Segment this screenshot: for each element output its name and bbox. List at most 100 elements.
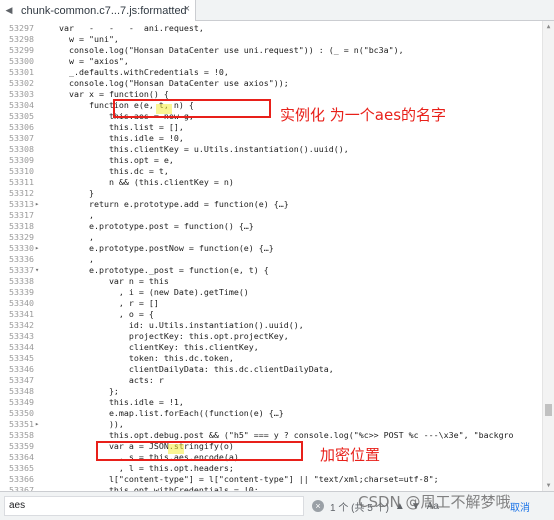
- code-line[interactable]: 53337 ▾ e.prototype._post = function(e, t…: [0, 265, 543, 276]
- line-number[interactable]: 53318: [0, 221, 34, 232]
- code-line[interactable]: 53345 token: this.dc.token,: [0, 353, 543, 364]
- code-line[interactable]: 53366 l["content-type"] = l["content-typ…: [0, 474, 543, 485]
- code-line[interactable]: 53347 acts: r: [0, 375, 543, 386]
- line-number[interactable]: 53308: [0, 144, 34, 155]
- search-input[interactable]: aes: [4, 496, 304, 516]
- line-number[interactable]: 53350: [0, 408, 34, 419]
- code-line[interactable]: 53342 id: u.Utils.instantiation().uuid()…: [0, 320, 543, 331]
- line-number[interactable]: 53317: [0, 210, 34, 221]
- code-line[interactable]: 53339 , i = (new Date).getTime(): [0, 287, 543, 298]
- cancel-button[interactable]: 取消: [510, 499, 530, 514]
- code-line[interactable]: 53336 ,: [0, 254, 543, 265]
- code-line[interactable]: 53317 ,: [0, 210, 543, 221]
- line-number[interactable]: 53302: [0, 78, 34, 89]
- line-number[interactable]: 53347: [0, 375, 34, 386]
- code-line[interactable]: 53311 n && (this.clientKey = n): [0, 177, 543, 188]
- fold-toggle-icon[interactable]: ▾: [35, 265, 43, 276]
- line-number[interactable]: 53301: [0, 67, 34, 78]
- line-number[interactable]: 53338: [0, 276, 34, 287]
- code-line[interactable]: 53341 , o = {: [0, 309, 543, 320]
- line-number[interactable]: 53351: [0, 419, 34, 430]
- line-number[interactable]: 53345: [0, 353, 34, 364]
- line-number[interactable]: 53305: [0, 111, 34, 122]
- line-number[interactable]: 53342: [0, 320, 34, 331]
- line-number[interactable]: 53303: [0, 89, 34, 100]
- code-text: this.idle = !0,: [49, 133, 184, 143]
- line-number[interactable]: 53300: [0, 56, 34, 67]
- code-line[interactable]: 53344 clientKey: this.clientKey,: [0, 342, 543, 353]
- line-number[interactable]: 53343: [0, 331, 34, 342]
- code-line[interactable]: 53305 this.aes = new g,: [0, 111, 543, 122]
- vertical-scrollbar[interactable]: ▲ ▼: [542, 21, 554, 491]
- code-line[interactable]: 53300 w = "axios",: [0, 56, 543, 67]
- code-line[interactable]: 53349 this.idle = !1,: [0, 397, 543, 408]
- scrollbar-thumb[interactable]: [545, 404, 552, 416]
- clear-search-icon[interactable]: ×: [312, 500, 324, 512]
- scroll-up-icon[interactable]: ▲: [543, 23, 554, 30]
- scroll-down-icon[interactable]: ▼: [543, 482, 554, 489]
- code-line[interactable]: 53348 };: [0, 386, 543, 397]
- code-line[interactable]: 53329 ,: [0, 232, 543, 243]
- line-number[interactable]: 53309: [0, 155, 34, 166]
- code-line[interactable]: 53303 var x = function() {: [0, 89, 543, 100]
- line-number[interactable]: 53330: [0, 243, 34, 254]
- code-line[interactable]: 53307 this.idle = !0,: [0, 133, 543, 144]
- code-line[interactable]: 53313 ▸ return e.prototype.add = function…: [0, 199, 543, 210]
- line-number[interactable]: 53339: [0, 287, 34, 298]
- line-number[interactable]: 53306: [0, 122, 34, 133]
- line-number[interactable]: 53297: [0, 23, 34, 34]
- line-number[interactable]: 53365: [0, 463, 34, 474]
- code-line[interactable]: 53308 this.clientKey = u.Utils.instantia…: [0, 144, 543, 155]
- code-line[interactable]: 53343 projectKey: this.opt.projectKey,: [0, 331, 543, 342]
- line-number[interactable]: 53299: [0, 45, 34, 56]
- code-line[interactable]: 53306 this.list = [],: [0, 122, 543, 133]
- code-line[interactable]: 53299 console.log("Honsan DataCenter use…: [0, 45, 543, 56]
- line-number[interactable]: 53348: [0, 386, 34, 397]
- fold-toggle-icon[interactable]: ▸: [35, 243, 43, 254]
- code-line[interactable]: 53350 e.map.list.forEach((function(e) {……: [0, 408, 543, 419]
- code-line[interactable]: 53298 w = "uni",: [0, 34, 543, 45]
- code-line[interactable]: 53358 this.opt.debug.post && ("h5" === y…: [0, 430, 543, 441]
- code-line[interactable]: 53365 , l = this.opt.headers;: [0, 463, 543, 474]
- code-line[interactable]: 53301 _.defaults.withCredentials = !0,: [0, 67, 543, 78]
- line-number[interactable]: 53307: [0, 133, 34, 144]
- tab-source-file[interactable]: ◀ chunk-common.c7...7.js:formatted ×: [0, 0, 196, 21]
- code-line[interactable]: 53351 ▸ )),: [0, 419, 543, 430]
- code-line[interactable]: 53297 var - - - ani.request,: [0, 23, 543, 34]
- code-line[interactable]: 53346 clientDailyData: this.dc.clientDai…: [0, 364, 543, 375]
- line-number[interactable]: 53312: [0, 188, 34, 199]
- line-number[interactable]: 53358: [0, 430, 34, 441]
- code-line[interactable]: 53304 function e(e, t, n) {: [0, 100, 543, 111]
- close-icon[interactable]: ×: [184, 3, 190, 15]
- line-number[interactable]: 53349: [0, 397, 34, 408]
- code-text: this.idle = !1,: [49, 397, 184, 407]
- line-number[interactable]: 53313: [0, 199, 34, 210]
- code-line[interactable]: 53330 ▸ e.prototype.postNow = function(e)…: [0, 243, 543, 254]
- line-number[interactable]: 53344: [0, 342, 34, 353]
- code-line[interactable]: 53310 this.dc = t,: [0, 166, 543, 177]
- code-line[interactable]: 53318 e.prototype.post = function() {…}: [0, 221, 543, 232]
- line-number[interactable]: 53346: [0, 364, 34, 375]
- code-editor[interactable]: 53297 var - - - ani.request, 53298 w = "u…: [0, 21, 543, 491]
- fold-toggle-icon[interactable]: ▸: [35, 419, 43, 430]
- code-line[interactable]: 53302 console.log("Honsan DataCenter use…: [0, 78, 543, 89]
- code-line[interactable]: 53312 }: [0, 188, 543, 199]
- code-line[interactable]: 53340 , r = []: [0, 298, 543, 309]
- line-number[interactable]: 53366: [0, 474, 34, 485]
- line-number[interactable]: 53310: [0, 166, 34, 177]
- line-number[interactable]: 53304: [0, 100, 34, 111]
- code-text: }: [49, 188, 94, 198]
- chevron-left-icon[interactable]: ◀: [0, 5, 18, 16]
- code-line[interactable]: 53309 this.opt = e,: [0, 155, 543, 166]
- line-number[interactable]: 53337: [0, 265, 34, 276]
- fold-toggle-icon[interactable]: ▸: [35, 199, 43, 210]
- line-number[interactable]: 53340: [0, 298, 34, 309]
- line-number[interactable]: 53364: [0, 452, 34, 463]
- line-number[interactable]: 53329: [0, 232, 34, 243]
- line-number[interactable]: 53336: [0, 254, 34, 265]
- line-number[interactable]: 53359: [0, 441, 34, 452]
- line-number[interactable]: 53341: [0, 309, 34, 320]
- line-number[interactable]: 53311: [0, 177, 34, 188]
- code-line[interactable]: 53338 var n = this: [0, 276, 543, 287]
- line-number[interactable]: 53298: [0, 34, 34, 45]
